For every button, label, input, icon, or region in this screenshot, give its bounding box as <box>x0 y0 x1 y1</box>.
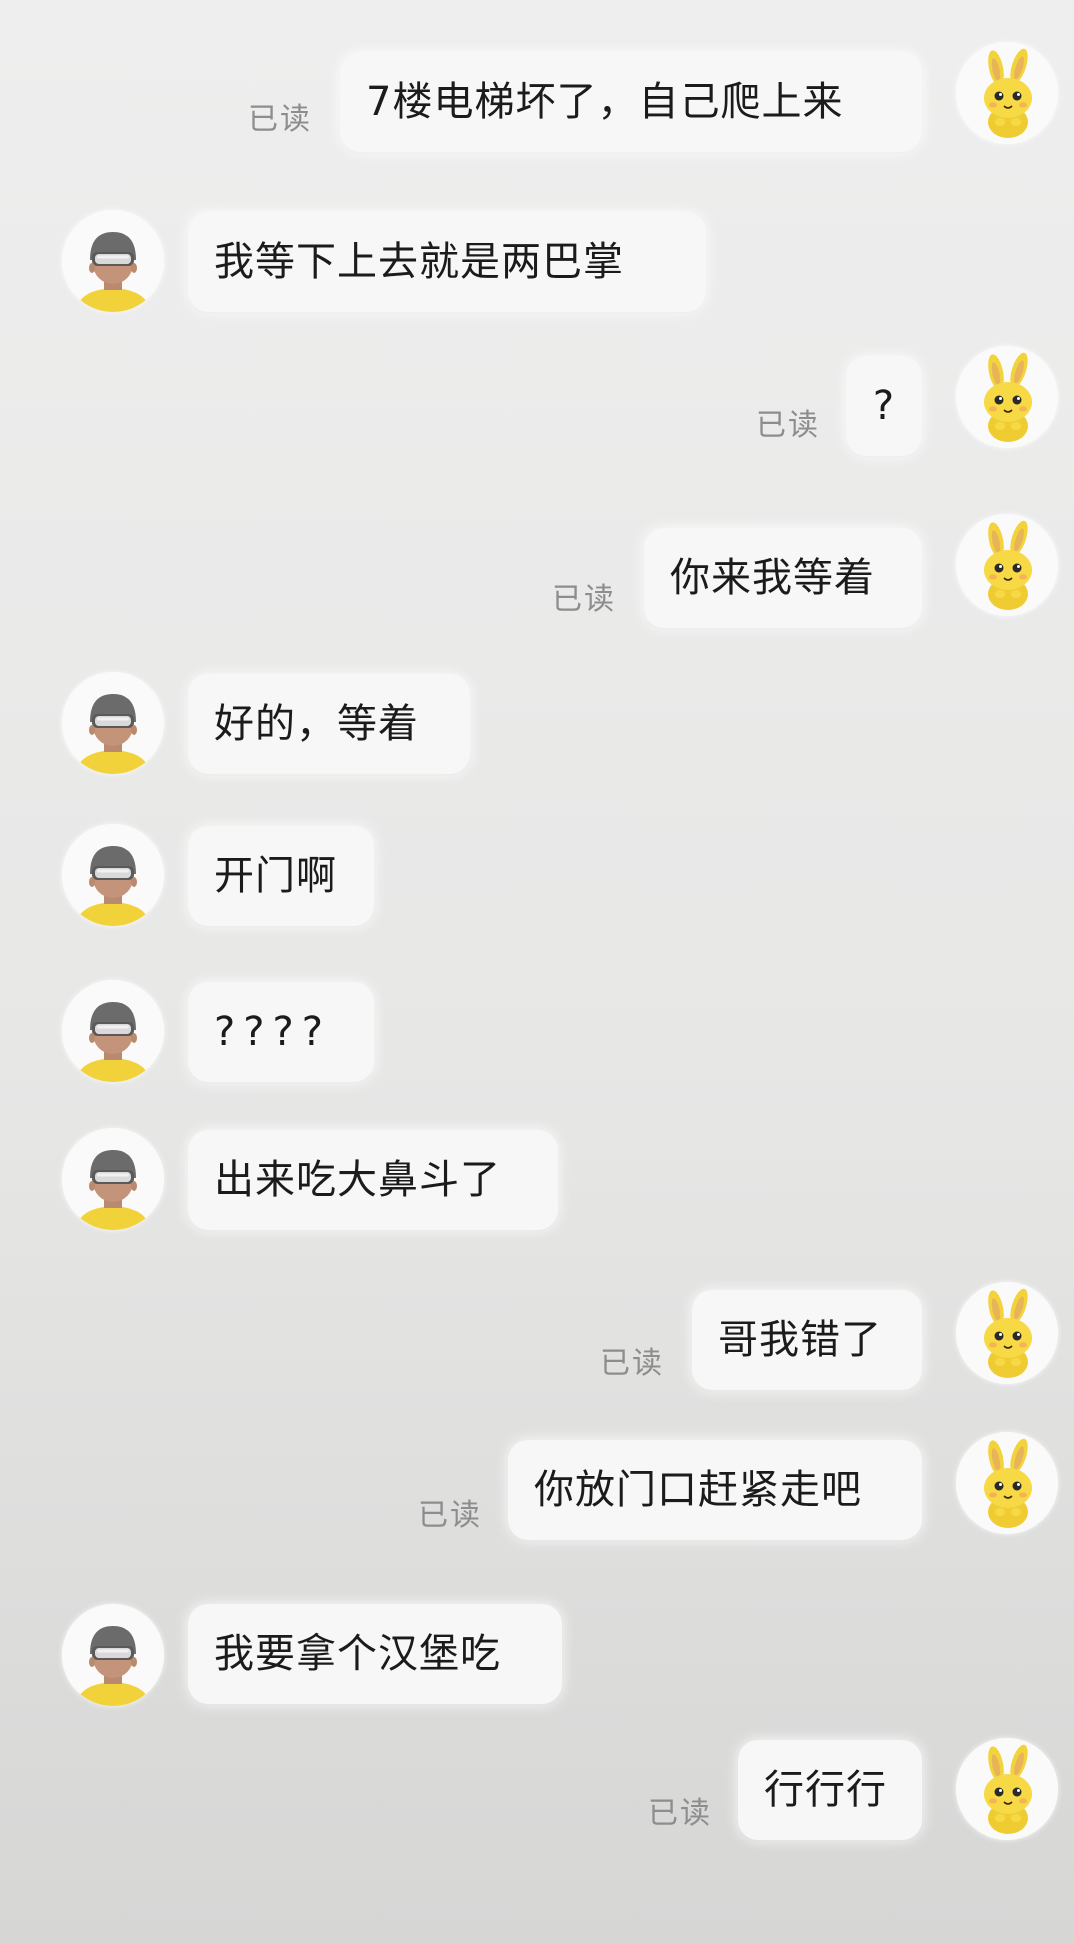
courier-helmet-avatar-icon[interactable] <box>62 980 164 1082</box>
read-status: 已读 <box>600 1346 664 1381</box>
courier-helmet-avatar-icon[interactable] <box>62 672 164 774</box>
message-bubble[interactable]: 你放门口赶紧走吧 <box>508 1440 922 1540</box>
message-bubble[interactable]: 开门啊 <box>188 826 374 926</box>
message-bubble[interactable]: ? <box>846 356 922 456</box>
message-bubble[interactable]: 出来吃大鼻斗了 <box>188 1130 558 1230</box>
chat-message-list[interactable]: 已读 7楼电梯坏了，自己爬上来 我等下上去就是两巴掌 已读 ? 已读 你来我等着… <box>0 0 1074 1944</box>
read-status: 已读 <box>756 408 820 443</box>
read-status: 已读 <box>552 582 616 617</box>
courier-helmet-avatar-icon[interactable] <box>62 210 164 312</box>
rabbit-avatar-icon[interactable] <box>956 1738 1058 1840</box>
message-bubble[interactable]: 好的，等着 <box>188 674 470 774</box>
rabbit-avatar-icon[interactable] <box>956 42 1058 144</box>
read-status: 已读 <box>248 102 312 137</box>
rabbit-avatar-icon[interactable] <box>956 1432 1058 1534</box>
rabbit-avatar-icon[interactable] <box>956 1282 1058 1384</box>
courier-helmet-avatar-icon[interactable] <box>62 1128 164 1230</box>
rabbit-avatar-icon[interactable] <box>956 514 1058 616</box>
read-status: 已读 <box>418 1498 482 1533</box>
courier-helmet-avatar-icon[interactable] <box>62 824 164 926</box>
courier-helmet-avatar-icon[interactable] <box>62 1604 164 1706</box>
message-bubble[interactable]: 我要拿个汉堡吃 <box>188 1604 562 1704</box>
message-bubble[interactable]: 你来我等着 <box>644 528 922 628</box>
read-status: 已读 <box>648 1796 712 1831</box>
rabbit-avatar-icon[interactable] <box>956 346 1058 448</box>
message-bubble[interactable]: ???? <box>188 982 374 1082</box>
message-bubble[interactable]: 行行行 <box>738 1740 922 1840</box>
message-bubble[interactable]: 哥我错了 <box>692 1290 922 1390</box>
message-bubble[interactable]: 我等下上去就是两巴掌 <box>188 212 706 312</box>
message-bubble[interactable]: 7楼电梯坏了，自己爬上来 <box>340 52 922 152</box>
